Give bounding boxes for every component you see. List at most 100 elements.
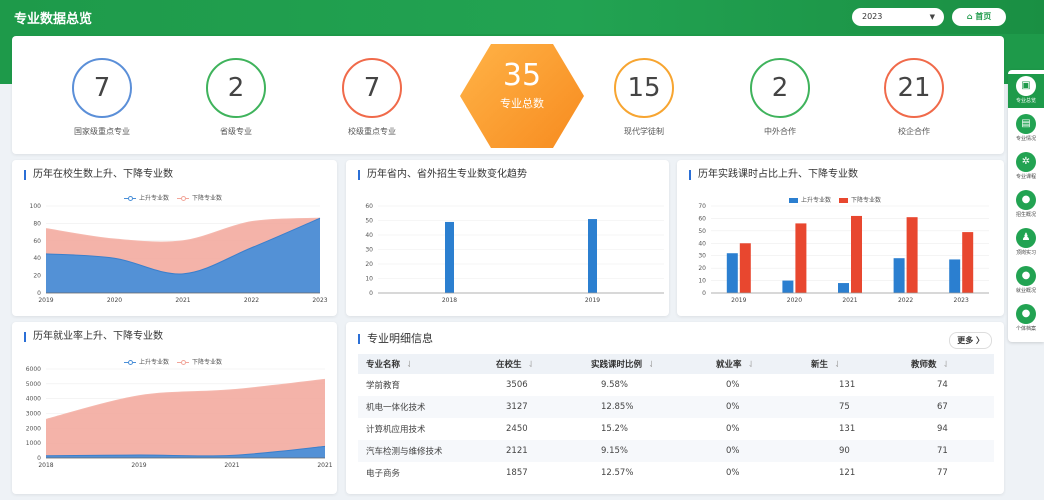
table-row[interactable]: 计算机应用技术 2450 15.2% 0% 131 94 — [358, 418, 994, 440]
table-cell: 0% — [708, 396, 803, 418]
y-tick-label: 10 — [365, 276, 373, 283]
x-tick-label: 2020 — [107, 297, 122, 304]
students-area-chart: 0 20 40 60 80 100 2019 2020 2021 2022 2023 — [30, 203, 328, 304]
table-cell: 计算机应用技术 — [366, 425, 426, 435]
x-tick-label: 2023 — [312, 297, 327, 304]
more-button[interactable]: 更多 〉 — [949, 332, 992, 349]
bar — [893, 258, 905, 293]
y-tick-label: 60 — [365, 203, 373, 210]
sort-icon: ⇃ — [834, 360, 842, 370]
table-cell: 0% — [726, 468, 740, 478]
sidenav-item[interactable]: ▤ 专业情况 — [1008, 112, 1044, 146]
table-cell: 电子商务 — [366, 469, 401, 479]
stat-circle: 2 — [206, 58, 266, 118]
stat-label: 现代学徒制 — [624, 127, 664, 136]
stat-circle: 15 — [614, 58, 674, 118]
table-cell: 3127 — [488, 396, 583, 418]
sidenav-label: 招生概况 — [1015, 212, 1036, 218]
enrollment-bar-chart: 0 10 20 30 40 50 60 2018 2019 — [365, 203, 664, 304]
y-tick-label: 20 — [365, 261, 373, 268]
sidenav-item[interactable]: ♟ 顶岗实习 — [1008, 226, 1044, 260]
x-tick-label: 2021 — [842, 297, 857, 304]
sort-icon: ⇃ — [747, 360, 755, 370]
sidenav-item[interactable]: ● 招生概况 — [1008, 188, 1044, 222]
column-header-name[interactable]: 专业名称 ⇃ — [358, 354, 488, 374]
table-cell: 94 — [937, 424, 948, 434]
y-tick-label: 40 — [365, 232, 373, 239]
stat-label: 中外合作 — [764, 127, 796, 136]
table-cell: 12.57% — [601, 468, 634, 478]
table-cell: 9.58% — [601, 380, 629, 390]
column-header-employment[interactable]: 就业率 ⇃ — [708, 354, 803, 374]
total-label: 专业总数 — [500, 97, 544, 110]
stat-circle: 7 — [72, 58, 132, 118]
atom-icon: ✲ — [1016, 152, 1036, 172]
column-header-practice[interactable]: 实践课时比例 ⇃ — [583, 354, 708, 374]
stat-circle: 21 — [884, 58, 944, 118]
x-tick-label: 2020 — [787, 297, 802, 304]
year-select[interactable]: 2023 ▼ — [852, 8, 944, 26]
table-cell: 74 — [937, 380, 948, 390]
table-row[interactable]: 学前教育 3506 9.58% 0% 131 74 — [358, 374, 994, 396]
bar — [588, 219, 597, 293]
side-navigation: ▣ 专业总览 ▤ 专业情况 ✲ 专业课程 ● 招生概况 ♟ 顶岗实习 ● 就业概况 ● 个体档案 — [1008, 70, 1044, 342]
sidenav-item[interactable]: ● 就业概况 — [1008, 264, 1044, 298]
y-tick-label: 60 — [698, 215, 706, 222]
x-tick-label: 2022 — [898, 297, 913, 304]
sidenav-item[interactable]: ● 个体档案 — [1008, 302, 1044, 336]
table-cell: 学前教育 — [366, 381, 401, 391]
table-cell: 0% — [708, 440, 803, 462]
stats-card: 7 国家级重点专业 2 省级专业 7 校级重点专业 35 专业总数 15 现代学… — [12, 36, 1004, 154]
employment-area-chart: 0 1000 2000 3000 4000 5000 6000 2018 2019 2021 202… — [26, 366, 333, 469]
table-cell: 2121 — [488, 440, 583, 462]
table-cell: 67 — [903, 396, 994, 418]
stat-label: 校级重点专业 — [348, 127, 396, 136]
bar — [445, 221, 454, 293]
sidenav-item[interactable]: ✲ 专业课程 — [1008, 150, 1044, 184]
home-button[interactable]: ⌂ 首页 — [952, 8, 1006, 26]
x-tick-label: 2019 — [38, 297, 53, 304]
table-cell: 15.2% — [601, 424, 629, 434]
x-tick-label: 2018 — [442, 297, 457, 304]
worker-icon: ♟ — [1016, 228, 1036, 248]
stat-label: 校企合作 — [898, 127, 930, 136]
y-tick-label: 40 — [698, 240, 706, 247]
user-icon: ● — [1016, 304, 1036, 324]
page-title: 专业数据总览 — [14, 12, 93, 27]
user-icon: ● — [1016, 266, 1036, 286]
sidenav-item[interactable]: ▣ 专业总览 — [1008, 74, 1044, 108]
enrollment-trend-panel: 历年省内、省外招生专业数变化趋势 0 10 20 30 40 50 60 2018 2019 — [346, 160, 669, 316]
table-row[interactable]: 机电一体化技术 3127 12.85% 0% 75 67 — [358, 396, 994, 418]
stat-school-enterprise: 21 校企合作 — [854, 58, 974, 137]
table-row[interactable]: 电子商务 1857 12.57% 0% 121 77 — [358, 462, 994, 484]
table-cell: 77 — [937, 468, 948, 478]
table-cell: 75 — [803, 396, 903, 418]
x-tick-label: 2022 — [244, 297, 259, 304]
sort-icon: ⇃ — [648, 360, 656, 370]
x-tick-label: 2019 — [585, 297, 600, 304]
table-cell: 汽车检测与维修技术 — [358, 440, 488, 462]
major-details-panel: 专业明细信息 更多 〉 专业名称 ⇃ 在校生 ⇃ 实践课时比例 ⇃ 就业率 ⇃ 新生 ⇃ … — [346, 322, 1004, 494]
stat-label: 国家级重点专业 — [74, 127, 130, 136]
column-header-teachers[interactable]: 教师数 ⇃ — [903, 354, 994, 374]
y-tick-label: 30 — [698, 253, 706, 260]
table-cell: 131 — [839, 424, 856, 434]
y-tick-label: 100 — [30, 203, 42, 210]
table-cell: 机电一体化技术 — [358, 396, 488, 418]
bar — [838, 283, 849, 293]
y-tick-label: 20 — [33, 273, 41, 280]
home-icon: ⌂ — [966, 12, 973, 21]
y-tick-label: 50 — [698, 228, 706, 235]
stat-school-key: 7 校级重点专业 — [312, 58, 432, 137]
major-details-table: 专业名称 ⇃ 在校生 ⇃ 实践课时比例 ⇃ 就业率 ⇃ 新生 ⇃ 教师数 ⇃ 学前教育 350… — [358, 354, 994, 484]
table-row[interactable]: 汽车检测与维修技术 2121 9.15% 0% 90 71 — [358, 440, 994, 462]
home-label: 首页 — [975, 12, 992, 21]
x-tick-label: 2021 — [224, 462, 239, 469]
y-tick-label: 0 — [702, 290, 706, 297]
monitor-icon: ▣ — [1016, 76, 1036, 96]
column-header-freshmen[interactable]: 新生 ⇃ — [803, 354, 903, 374]
practice-bar-chart: 0 10 20 30 40 50 60 70 2019 2020 2021 2022 2023 — [698, 203, 989, 304]
bar — [795, 223, 807, 293]
column-header-students[interactable]: 在校生 ⇃ — [488, 354, 583, 374]
y-tick-label: 20 — [698, 265, 706, 272]
